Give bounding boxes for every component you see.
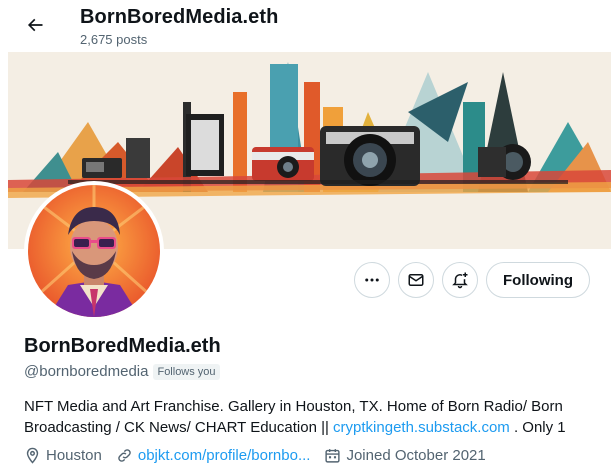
mail-icon bbox=[408, 274, 424, 286]
back-button[interactable] bbox=[18, 8, 52, 42]
profile-handle: @bornboredmedia bbox=[24, 363, 149, 380]
profile-meta: Houston objkt.com/profile/bornbo... Join… bbox=[24, 447, 500, 464]
notify-button[interactable] bbox=[442, 262, 478, 298]
profile-avatar[interactable] bbox=[24, 181, 164, 321]
bio-tail: . Only 1 bbox=[509, 419, 566, 436]
header-title: BornBoredMedia.eth bbox=[80, 6, 279, 28]
arrow-left-icon bbox=[27, 18, 43, 32]
location-pin-icon bbox=[26, 447, 39, 464]
joined-item: Joined October 2021 bbox=[324, 447, 486, 464]
profile-bio: NFT Media and Art Franchise. Gallery in … bbox=[24, 396, 602, 438]
avatar-image bbox=[28, 185, 160, 317]
handle-row: @bornboredmedia Follows you bbox=[24, 363, 220, 380]
bio-link[interactable]: cryptkingeth.substack.com bbox=[333, 419, 510, 436]
profile-name: BornBoredMedia.eth bbox=[24, 335, 221, 357]
more-button[interactable] bbox=[354, 262, 390, 298]
post-count: 2,675 posts bbox=[80, 32, 148, 47]
more-icon bbox=[365, 278, 379, 282]
calendar-icon bbox=[325, 449, 341, 463]
website-item[interactable]: objkt.com/profile/bornbo... bbox=[116, 447, 311, 464]
follows-you-badge: Follows you bbox=[153, 363, 220, 380]
location-item: Houston bbox=[24, 447, 102, 464]
bell-plus-icon bbox=[452, 272, 468, 289]
joined-text: Joined October 2021 bbox=[346, 447, 486, 464]
profile-header: BornBoredMedia.eth 2,675 posts bbox=[0, 0, 611, 52]
message-button[interactable] bbox=[398, 262, 434, 298]
location-text: Houston bbox=[46, 447, 102, 464]
following-button[interactable]: Following bbox=[486, 262, 590, 298]
link-icon bbox=[118, 449, 131, 462]
website-link[interactable]: objkt.com/profile/bornbo... bbox=[138, 447, 311, 464]
